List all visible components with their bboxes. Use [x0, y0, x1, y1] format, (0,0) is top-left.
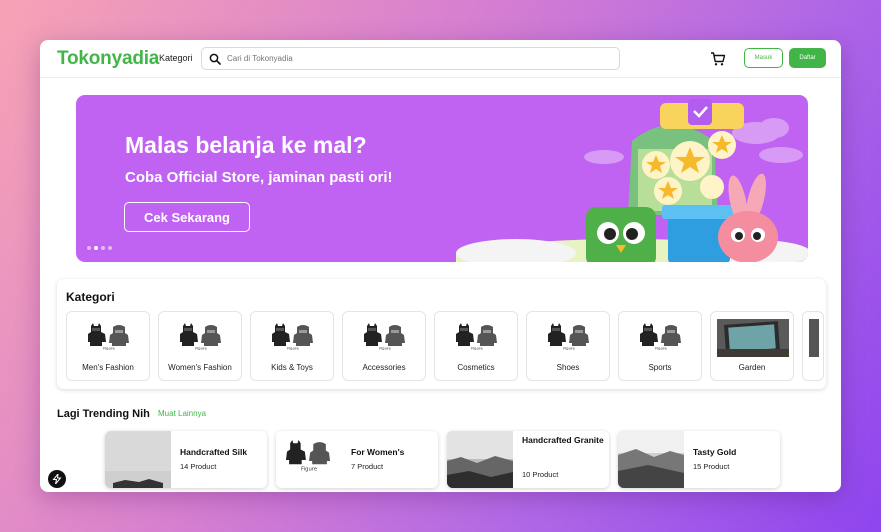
kategori-label: Sports — [648, 363, 672, 372]
trending-list: Handcrafted Silk 14 Product Figure For Wome… — [105, 431, 780, 488]
figure-image: Figure — [272, 323, 313, 351]
partial-image — [809, 319, 819, 357]
trend-image: Figure — [276, 431, 342, 488]
trend-image — [105, 431, 171, 488]
kategori-item[interactable]: Figure Cosmetics — [434, 311, 518, 381]
figure-image: Figure — [364, 323, 405, 351]
figure-image: Figure — [456, 323, 497, 351]
promo-banner[interactable]: Malas belanja ke mal? Coba Official Stor… — [76, 95, 808, 262]
trend-image — [447, 431, 513, 488]
kategori-title: Kategori — [66, 290, 115, 304]
trending-count: 10 Product — [522, 470, 559, 479]
trending-card[interactable]: Tasty Gold 15 Product — [618, 431, 780, 488]
cart-icon[interactable] — [710, 51, 726, 67]
trending-count: 15 Product — [693, 462, 730, 471]
carousel-dot[interactable] — [87, 246, 91, 250]
kategori-item[interactable]: Garden — [710, 311, 794, 381]
kategori-label: Cosmetics — [457, 363, 495, 372]
svg-text:Figure: Figure — [195, 346, 207, 351]
carousel-dot-active[interactable] — [94, 246, 98, 250]
figure-image: Figure — [548, 323, 589, 351]
kategori-label: Accessories — [362, 363, 406, 372]
kategori-link[interactable]: Kategori — [159, 53, 193, 63]
trending-count: 14 Product — [180, 462, 217, 471]
svg-text:Figure: Figure — [379, 346, 391, 351]
carousel-dot[interactable] — [108, 246, 112, 250]
kategori-item[interactable]: Figure Kids & Toys — [250, 311, 334, 381]
kategori-item[interactable]: Figure Sports — [618, 311, 702, 381]
figure-image: Figure — [180, 323, 221, 351]
kategori-section: Kategori Figure Men's Fashion Figure Wom… — [57, 279, 826, 389]
svg-text:Figure: Figure — [103, 346, 115, 351]
trending-name: Tasty Gold — [693, 447, 737, 457]
bolt-icon — [52, 474, 62, 484]
kategori-list: Figure Men's Fashion Figure Women's Fash… — [66, 311, 824, 381]
logo[interactable]: Tokonyadia — [57, 48, 159, 70]
trending-card[interactable]: Figure For Women's 7 Product — [276, 431, 438, 488]
kategori-label: Men's Fashion — [82, 363, 134, 372]
banner-illustration — [456, 99, 808, 262]
svg-text:Figure: Figure — [287, 346, 299, 351]
kategori-item[interactable]: Figure Shoes — [526, 311, 610, 381]
cek-sekarang-button[interactable]: Cek Sekarang — [124, 202, 250, 232]
browser-window: Tokonyadia Kategori Masuk Daftar — [40, 40, 841, 492]
banner-title: Malas belanja ke mal? — [125, 132, 367, 158]
trend-image — [618, 431, 684, 488]
kategori-item[interactable]: Figure Women's Fashion — [158, 311, 242, 381]
svg-text:Figure: Figure — [301, 467, 317, 473]
kategori-label: Women's Fashion — [168, 363, 232, 372]
trending-title: Lagi Trending Nih — [57, 408, 150, 420]
top-navbar: Tokonyadia Kategori Masuk Daftar — [40, 40, 841, 78]
search-input[interactable] — [227, 54, 607, 63]
trending-name: Handcrafted Silk — [180, 447, 248, 457]
search-icon — [209, 53, 221, 65]
figure-image: Figure — [88, 323, 129, 351]
trending-card[interactable]: Handcrafted Silk 14 Product — [105, 431, 267, 488]
trending-count: 7 Product — [351, 462, 384, 471]
masuk-button[interactable]: Masuk — [744, 48, 783, 68]
kategori-label: Shoes — [556, 363, 580, 372]
banner-subtitle: Coba Official Store, jaminan pasti ori! — [125, 169, 393, 186]
kategori-label: Kids & Toys — [271, 363, 313, 372]
kategori-item-partial[interactable] — [802, 311, 824, 381]
kategori-label: Garden — [738, 363, 766, 372]
figure-image: Figure — [640, 323, 681, 351]
carousel-dot[interactable] — [101, 246, 105, 250]
trending-name: Handcrafted Granite — [522, 435, 604, 445]
trending-card[interactable]: Handcrafted Granite 10 Product — [447, 431, 609, 488]
garden-image — [717, 319, 789, 357]
carousel-dots — [87, 246, 112, 250]
muat-lainnya-link[interactable]: Muat Lainnya — [158, 409, 206, 418]
svg-text:Figure: Figure — [563, 346, 575, 351]
bolt-button[interactable] — [48, 470, 66, 488]
svg-text:Figure: Figure — [655, 346, 667, 351]
kategori-item[interactable]: Figure Men's Fashion — [66, 311, 150, 381]
daftar-button[interactable]: Daftar — [789, 48, 826, 68]
svg-text:Figure: Figure — [471, 346, 483, 351]
kategori-item[interactable]: Figure Accessories — [342, 311, 426, 381]
search-bar[interactable] — [201, 47, 620, 70]
trending-name: For Women's — [351, 447, 405, 457]
